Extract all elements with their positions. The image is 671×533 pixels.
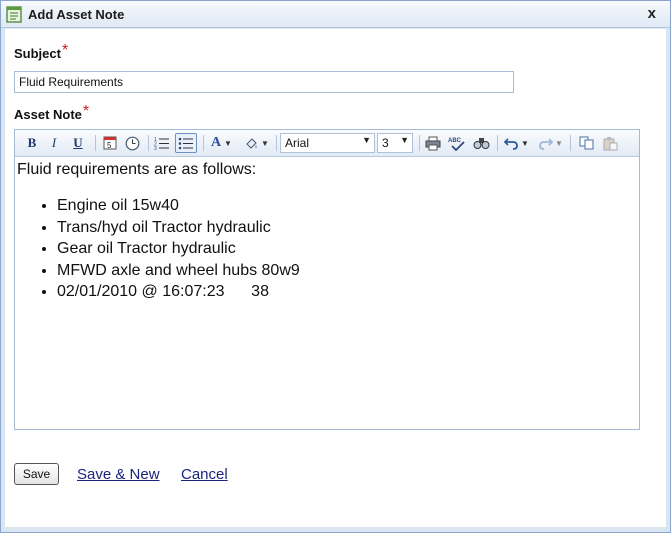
underline-button[interactable]: U: [69, 133, 87, 153]
note-icon: [6, 6, 22, 23]
highlight-color-icon[interactable]: [243, 133, 259, 153]
required-asterisk: *: [61, 42, 69, 59]
toolbar-separator: [148, 135, 149, 151]
save-and-new-link[interactable]: Save & New: [77, 466, 160, 483]
redo-icon[interactable]: [537, 133, 553, 153]
dialog-title: Add Asset Note: [28, 7, 125, 22]
asset-note-label: Asset Note*: [14, 103, 90, 124]
print-icon[interactable]: [424, 133, 442, 153]
title-bar: Add Asset Note x: [1, 1, 670, 28]
font-color-icon[interactable]: A: [209, 133, 223, 153]
ordered-list-icon[interactable]: 123: [153, 133, 171, 153]
subject-label-text: Subject: [14, 46, 61, 61]
toolbar-separator: [419, 135, 420, 151]
font-size-value: 3: [382, 136, 389, 150]
editor-toolbar: B I U 5 123 A ▼ ▼ Arial ▼ 3 ▼ ABC ▼ ▼: [15, 130, 639, 157]
subject-input[interactable]: [14, 71, 514, 93]
subject-label: Subject*: [14, 42, 69, 63]
chevron-down-icon: ▼: [362, 135, 371, 145]
toolbar-separator: [497, 135, 498, 151]
bold-button[interactable]: B: [23, 133, 41, 153]
font-color-dropdown-icon[interactable]: ▼: [223, 133, 233, 153]
rich-text-editor: B I U 5 123 A ▼ ▼ Arial ▼ 3 ▼ ABC ▼ ▼ Fl…: [14, 129, 640, 430]
toolbar-separator: [203, 135, 204, 151]
paste-icon[interactable]: [601, 133, 619, 153]
chevron-down-icon: ▼: [400, 135, 409, 145]
required-asterisk: *: [82, 103, 90, 120]
list-item: Engine oil 15w40: [57, 195, 637, 217]
svg-text:3: 3: [154, 146, 157, 150]
svg-text:5: 5: [107, 141, 112, 150]
note-intro: Fluid requirements are as follows:: [17, 161, 257, 178]
note-list: Engine oil 15w40 Trans/hyd oil Tractor h…: [17, 195, 637, 303]
list-item: 02/01/2010 @ 16:07:23 38: [57, 281, 637, 303]
undo-dropdown-icon[interactable]: ▼: [520, 133, 530, 153]
italic-button[interactable]: I: [45, 133, 63, 153]
close-icon[interactable]: x: [648, 5, 656, 22]
list-item: Gear oil Tractor hydraulic: [57, 238, 637, 260]
toolbar-separator: [570, 135, 571, 151]
undo-icon[interactable]: [503, 133, 519, 153]
redo-dropdown-icon[interactable]: ▼: [554, 133, 564, 153]
asset-note-label-text: Asset Note: [14, 107, 82, 122]
font-size-select[interactable]: 3 ▼: [377, 133, 413, 153]
cancel-link[interactable]: Cancel: [181, 466, 228, 483]
add-asset-note-dialog: Add Asset Note x Subject* Asset Note* B …: [0, 0, 671, 533]
spellcheck-icon[interactable]: ABC: [447, 133, 467, 153]
insert-date-icon[interactable]: 5: [101, 133, 119, 153]
svg-text:ABC: ABC: [448, 138, 462, 144]
list-item: Trans/hyd oil Tractor hydraulic: [57, 217, 637, 239]
find-icon[interactable]: [472, 133, 490, 153]
font-family-value: Arial: [285, 136, 310, 150]
save-button[interactable]: Save: [14, 463, 59, 485]
insert-time-icon[interactable]: [123, 133, 141, 153]
list-item: MFWD axle and wheel hubs 80w9: [57, 260, 637, 282]
dialog-body: Subject* Asset Note* B I U 5 123: [5, 29, 666, 527]
toolbar-separator: [95, 135, 96, 151]
highlight-color-dropdown-icon[interactable]: ▼: [260, 133, 270, 153]
copy-icon[interactable]: [577, 133, 595, 153]
toolbar-separator: [276, 135, 277, 151]
note-content-area[interactable]: Fluid requirements are as follows: Engin…: [15, 158, 639, 429]
unordered-list-icon[interactable]: [175, 133, 197, 153]
font-family-select[interactable]: Arial ▼: [280, 133, 375, 153]
